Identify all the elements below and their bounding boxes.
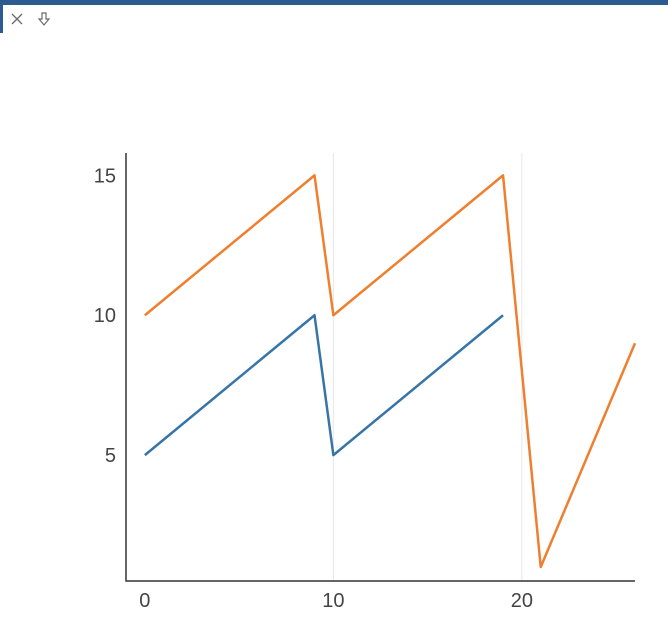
toolbar [0, 5, 668, 33]
download-icon[interactable] [36, 11, 52, 27]
x-tick-label: 0 [139, 590, 150, 612]
series-series-b [145, 175, 635, 567]
x-tick-label: 20 [511, 590, 533, 612]
axes [126, 153, 635, 581]
chart: 5 10 15 0 10 20 [0, 33, 668, 636]
y-tick-label: 10 [94, 305, 116, 327]
series-series-a [145, 315, 503, 455]
y-tick-label: 5 [105, 445, 116, 467]
chart-svg: 5 10 15 0 10 20 [0, 33, 668, 636]
close-icon[interactable] [10, 12, 24, 26]
y-tick-label: 15 [94, 165, 116, 187]
x-tick-label: 10 [322, 590, 344, 612]
